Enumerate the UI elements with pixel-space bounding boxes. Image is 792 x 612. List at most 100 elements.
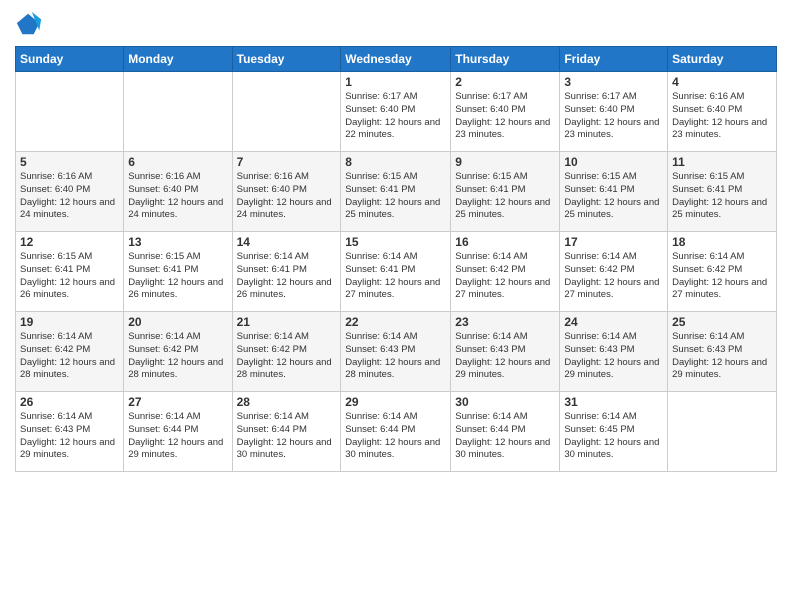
day-info: Sunrise: 6:14 AM Sunset: 6:41 PM Dayligh… — [345, 251, 446, 302]
calendar-cell: 27Sunrise: 6:14 AM Sunset: 6:44 PM Dayli… — [124, 392, 232, 472]
day-number: 17 — [564, 235, 663, 249]
day-info: Sunrise: 6:16 AM Sunset: 6:40 PM Dayligh… — [237, 171, 337, 222]
calendar-cell: 10 Sunrise: 6:15 AM Sunset: 6:41 PM Dayli… — [560, 152, 668, 232]
calendar-cell: 24 Sunrise: 6:14 AM Sunset: 6:43 PM Dayli… — [560, 312, 668, 392]
day-info: Sunrise: 6:15 AM Sunset: 6:41 PM Dayligh… — [672, 171, 772, 222]
day-info: Sunrise: 6:14 AM Sunset: 6:42 PM Dayligh… — [564, 251, 663, 302]
calendar-cell: 7 Sunrise: 6:16 AM Sunset: 6:40 PM Daylig… — [232, 152, 341, 232]
column-header-wednesday: Wednesday — [341, 47, 451, 72]
day-info: Sunrise: 6:14 AM Sunset: 6:44 PM Dayligh… — [128, 411, 227, 462]
day-number: 24 — [564, 315, 663, 329]
logo — [15, 10, 47, 38]
calendar-cell: 19 Sunrise: 6:14 AM Sunset: 6:42 PM Dayli… — [16, 312, 124, 392]
column-header-friday: Friday — [560, 47, 668, 72]
week-row-3: 19 Sunrise: 6:14 AM Sunset: 6:42 PM Dayli… — [16, 312, 777, 392]
day-info: Sunrise: 6:14 AM Sunset: 6:45 PM Dayligh… — [564, 411, 663, 462]
calendar-table: SundayMondayTuesdayWednesdayThursdayFrid… — [15, 46, 777, 472]
week-row-2: 12 Sunrise: 6:15 AM Sunset: 6:41 PM Dayli… — [16, 232, 777, 312]
day-info: Sunrise: 6:17 AM Sunset: 6:40 PM Dayligh… — [455, 91, 555, 142]
column-header-saturday: Saturday — [668, 47, 777, 72]
day-number: 15 — [345, 235, 446, 249]
calendar-cell — [232, 72, 341, 152]
week-row-0: 1 Sunrise: 6:17 AM Sunset: 6:40 PM Daylig… — [16, 72, 777, 152]
day-number: 4 — [672, 75, 772, 89]
calendar-cell — [124, 72, 232, 152]
day-number: 5 — [20, 155, 119, 169]
day-info: Sunrise: 6:14 AM Sunset: 6:41 PM Dayligh… — [237, 251, 337, 302]
column-header-tuesday: Tuesday — [232, 47, 341, 72]
day-number: 8 — [345, 155, 446, 169]
day-info: Sunrise: 6:15 AM Sunset: 6:41 PM Dayligh… — [20, 251, 119, 302]
day-info: Sunrise: 6:14 AM Sunset: 6:43 PM Dayligh… — [564, 331, 663, 382]
day-number: 29 — [345, 395, 446, 409]
calendar-cell: 2 Sunrise: 6:17 AM Sunset: 6:40 PM Daylig… — [451, 72, 560, 152]
day-number: 14 — [237, 235, 337, 249]
calendar-cell: 21 Sunrise: 6:14 AM Sunset: 6:42 PM Dayli… — [232, 312, 341, 392]
calendar-cell: 22Sunrise: 6:14 AM Sunset: 6:43 PM Dayli… — [341, 312, 451, 392]
calendar-cell: 1 Sunrise: 6:17 AM Sunset: 6:40 PM Daylig… — [341, 72, 451, 152]
day-info: Sunrise: 6:16 AM Sunset: 6:40 PM Dayligh… — [672, 91, 772, 142]
calendar-cell: 12 Sunrise: 6:15 AM Sunset: 6:41 PM Dayli… — [16, 232, 124, 312]
day-info: Sunrise: 6:15 AM Sunset: 6:41 PM Dayligh… — [345, 171, 446, 222]
day-info: Sunrise: 6:14 AM Sunset: 6:43 PM Dayligh… — [20, 411, 119, 462]
calendar-cell: 26Sunrise: 6:14 AM Sunset: 6:43 PM Dayli… — [16, 392, 124, 472]
calendar-cell — [16, 72, 124, 152]
day-number: 11 — [672, 155, 772, 169]
calendar-header-row: SundayMondayTuesdayWednesdayThursdayFrid… — [16, 47, 777, 72]
calendar-cell: 13 Sunrise: 6:15 AM Sunset: 6:41 PM Dayli… — [124, 232, 232, 312]
day-number: 1 — [345, 75, 446, 89]
day-number: 9 — [455, 155, 555, 169]
day-number: 13 — [128, 235, 227, 249]
calendar-cell: 15 Sunrise: 6:14 AM Sunset: 6:41 PM Dayli… — [341, 232, 451, 312]
calendar-cell: 17 Sunrise: 6:14 AM Sunset: 6:42 PM Dayli… — [560, 232, 668, 312]
day-info: Sunrise: 6:14 AM Sunset: 6:42 PM Dayligh… — [20, 331, 119, 382]
calendar-cell: 4 Sunrise: 6:16 AM Sunset: 6:40 PM Daylig… — [668, 72, 777, 152]
day-number: 7 — [237, 155, 337, 169]
day-number: 12 — [20, 235, 119, 249]
day-info: Sunrise: 6:14 AM Sunset: 6:44 PM Dayligh… — [237, 411, 337, 462]
header — [15, 10, 777, 38]
calendar-cell: 23Sunrise: 6:14 AM Sunset: 6:43 PM Dayli… — [451, 312, 560, 392]
calendar-cell: 29 Sunrise: 6:14 AM Sunset: 6:44 PM Dayli… — [341, 392, 451, 472]
day-number: 25 — [672, 315, 772, 329]
calendar-cell: 25 Sunrise: 6:14 AM Sunset: 6:43 PM Dayli… — [668, 312, 777, 392]
calendar-cell: 6Sunrise: 6:16 AM Sunset: 6:40 PM Daylig… — [124, 152, 232, 232]
day-info: Sunrise: 6:14 AM Sunset: 6:43 PM Dayligh… — [672, 331, 772, 382]
calendar-cell: 16Sunrise: 6:14 AM Sunset: 6:42 PM Dayli… — [451, 232, 560, 312]
week-row-4: 26Sunrise: 6:14 AM Sunset: 6:43 PM Dayli… — [16, 392, 777, 472]
day-info: Sunrise: 6:14 AM Sunset: 6:42 PM Dayligh… — [455, 251, 555, 302]
calendar-cell: 3Sunrise: 6:17 AM Sunset: 6:40 PM Daylig… — [560, 72, 668, 152]
calendar-cell: 18 Sunrise: 6:14 AM Sunset: 6:42 PM Dayli… — [668, 232, 777, 312]
day-number: 3 — [564, 75, 663, 89]
day-info: Sunrise: 6:14 AM Sunset: 6:44 PM Dayligh… — [345, 411, 446, 462]
day-info: Sunrise: 6:16 AM Sunset: 6:40 PM Dayligh… — [20, 171, 119, 222]
day-number: 21 — [237, 315, 337, 329]
day-number: 19 — [20, 315, 119, 329]
page: SundayMondayTuesdayWednesdayThursdayFrid… — [0, 0, 792, 612]
week-row-1: 5 Sunrise: 6:16 AM Sunset: 6:40 PM Daylig… — [16, 152, 777, 232]
day-number: 10 — [564, 155, 663, 169]
day-number: 30 — [455, 395, 555, 409]
calendar-cell: 30Sunrise: 6:14 AM Sunset: 6:44 PM Dayli… — [451, 392, 560, 472]
day-info: Sunrise: 6:14 AM Sunset: 6:42 PM Dayligh… — [672, 251, 772, 302]
day-info: Sunrise: 6:15 AM Sunset: 6:41 PM Dayligh… — [564, 171, 663, 222]
day-number: 20 — [128, 315, 227, 329]
calendar-cell: 11 Sunrise: 6:15 AM Sunset: 6:41 PM Dayli… — [668, 152, 777, 232]
logo-icon — [15, 10, 43, 38]
day-info: Sunrise: 6:16 AM Sunset: 6:40 PM Dayligh… — [128, 171, 227, 222]
column-header-sunday: Sunday — [16, 47, 124, 72]
day-info: Sunrise: 6:17 AM Sunset: 6:40 PM Dayligh… — [345, 91, 446, 142]
day-number: 22 — [345, 315, 446, 329]
day-number: 28 — [237, 395, 337, 409]
calendar-cell: 14 Sunrise: 6:14 AM Sunset: 6:41 PM Dayli… — [232, 232, 341, 312]
day-number: 18 — [672, 235, 772, 249]
day-info: Sunrise: 6:14 AM Sunset: 6:42 PM Dayligh… — [237, 331, 337, 382]
day-number: 23 — [455, 315, 555, 329]
calendar-cell: 28 Sunrise: 6:14 AM Sunset: 6:44 PM Dayli… — [232, 392, 341, 472]
day-number: 2 — [455, 75, 555, 89]
day-info: Sunrise: 6:15 AM Sunset: 6:41 PM Dayligh… — [128, 251, 227, 302]
day-number: 31 — [564, 395, 663, 409]
calendar-cell: 31 Sunrise: 6:14 AM Sunset: 6:45 PM Dayli… — [560, 392, 668, 472]
column-header-thursday: Thursday — [451, 47, 560, 72]
calendar-cell: 5 Sunrise: 6:16 AM Sunset: 6:40 PM Daylig… — [16, 152, 124, 232]
